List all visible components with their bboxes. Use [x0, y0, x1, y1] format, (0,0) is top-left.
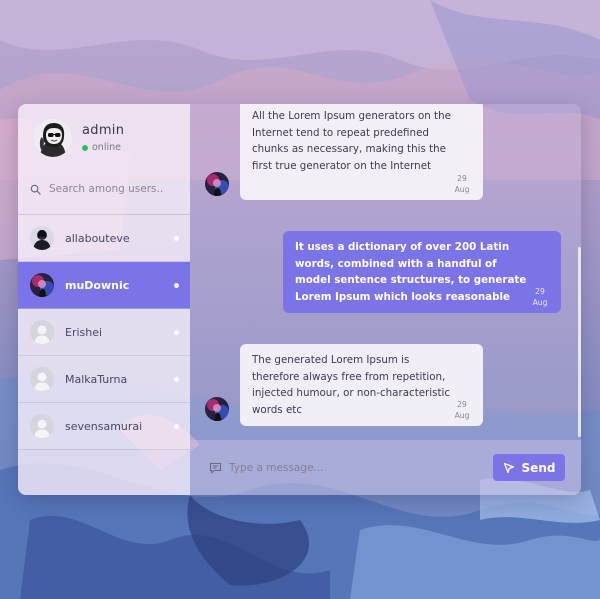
user-name: sevensamurai: [65, 419, 143, 433]
photo-avatar: [205, 172, 229, 196]
message-bubble-outgoing: It uses a dictionary of over 200 Latin w…: [283, 231, 561, 313]
default-user-avatar: [30, 414, 54, 438]
user-list-item-mudownic[interactable]: muDownic: [18, 262, 190, 309]
default-user-avatar: [30, 320, 54, 344]
scrollbar-thumb[interactable]: [578, 247, 581, 437]
scrollbar[interactable]: [578, 104, 581, 440]
user-status-dot: [174, 424, 179, 429]
chat-panel: All the Lorem Ipsum generators on the In…: [190, 104, 581, 495]
status-row: online: [82, 142, 124, 153]
message-bubble-incoming: The generated Lorem Ipsum is therefore a…: [240, 344, 483, 426]
search-input[interactable]: [49, 183, 179, 195]
message-input[interactable]: [229, 461, 469, 474]
photo-avatar: [30, 226, 54, 250]
default-user-avatar: [30, 367, 54, 391]
message-composer: Send: [190, 440, 581, 495]
send-arrow-icon: [503, 462, 514, 473]
photo-avatar: [205, 397, 229, 421]
user-status-dot: [174, 236, 179, 241]
search-icon: [30, 184, 41, 195]
sidebar: admin online Search among users.. allabo…: [18, 104, 190, 495]
user-name: Erishei: [65, 325, 103, 339]
user-list-item-malkaturna[interactable]: MalkaTurna: [18, 356, 190, 403]
chat-app-window: admin online Search among users.. allabo…: [18, 104, 581, 495]
user-status-dot: [174, 330, 179, 335]
user-sunglasses-avatar[interactable]: [34, 119, 72, 157]
user-list-item-erishei[interactable]: Erishei: [18, 309, 190, 356]
message-list[interactable]: All the Lorem Ipsum generators on the In…: [190, 104, 581, 440]
send-button-label: Send: [521, 460, 556, 475]
photo-avatar: [30, 273, 54, 297]
search-bar[interactable]: [18, 172, 190, 206]
message-icon: [209, 462, 222, 473]
message-text: The generated Lorem Ipsum is therefore a…: [252, 354, 451, 416]
message-text: It uses a dictionary of over 200 Latin w…: [295, 241, 527, 303]
user-list-item-sevensamurai[interactable]: sevensamurai: [18, 403, 190, 450]
profile-name: admin: [82, 123, 125, 138]
message-date: 29 Aug: [454, 400, 470, 420]
user-list: allabouteve muDownic Erishei MalkaTurna …: [18, 214, 190, 450]
message-date: 29 Aug: [454, 174, 470, 194]
user-name: MalkaTurna: [65, 372, 128, 386]
user-status-dot: [174, 377, 179, 382]
user-name: muDownic: [65, 278, 130, 292]
user-list-item-allabouteve[interactable]: allabouteve: [18, 215, 190, 262]
status-text: online: [92, 142, 121, 153]
user-status-dot: [174, 283, 179, 288]
message-text: All the Lorem Ipsum generators on the In…: [252, 110, 451, 172]
send-button[interactable]: Send: [493, 454, 565, 481]
sidebar-empty-area: [18, 450, 190, 495]
user-name: allabouteve: [65, 231, 130, 245]
profile-header: admin online: [18, 104, 190, 172]
message-date: 29 Aug: [532, 287, 548, 307]
online-status-dot: [82, 144, 88, 151]
message-bubble-incoming: All the Lorem Ipsum generators on the In…: [240, 104, 483, 200]
